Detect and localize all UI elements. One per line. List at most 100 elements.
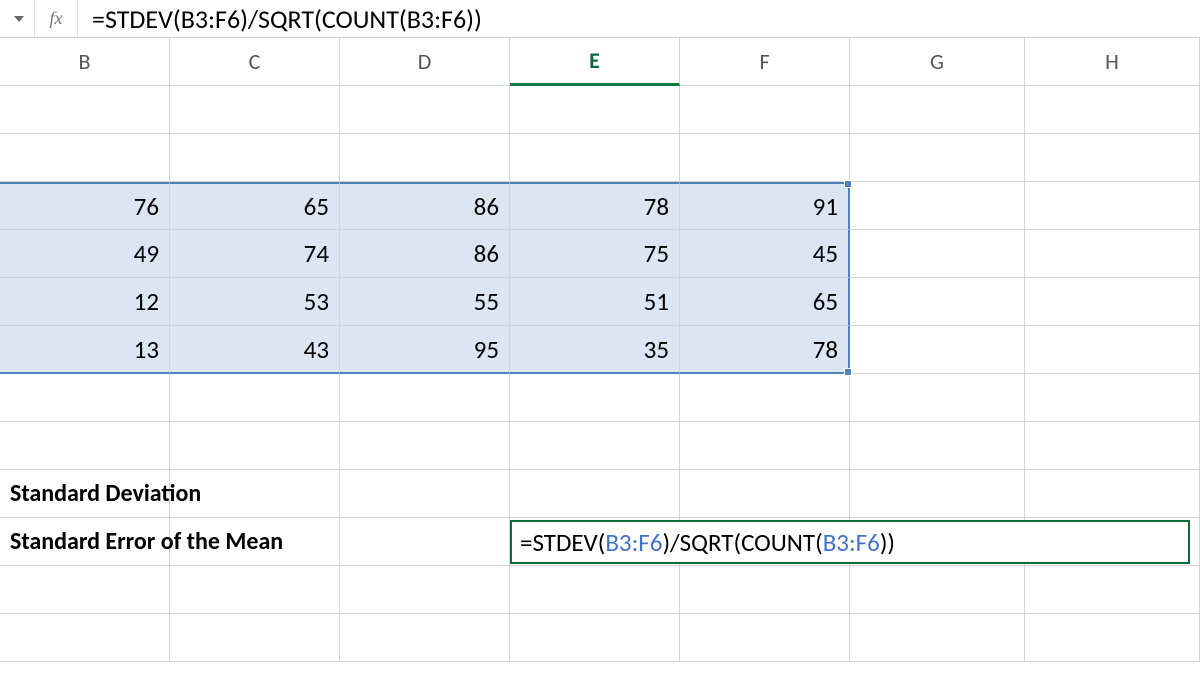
cell-H11[interactable]: [1025, 566, 1200, 614]
cell-H7[interactable]: [1025, 374, 1200, 422]
formula-bar: fx =STDEV(B3:F6)/SQRT(COUNT(B3:F6)): [0, 0, 1200, 38]
cell-F8[interactable]: [680, 422, 850, 470]
cell-D2[interactable]: [340, 134, 510, 182]
cell-B2[interactable]: [0, 134, 170, 182]
formula-text: )/SQRT(COUNT(: [662, 527, 822, 558]
cell-C2[interactable]: [170, 134, 340, 182]
cell-E4[interactable]: 75: [510, 230, 680, 278]
cell-D6[interactable]: 95: [340, 326, 510, 374]
cell-F1[interactable]: [680, 86, 850, 134]
cell-D1[interactable]: [340, 86, 510, 134]
selection-handle-icon[interactable]: [844, 180, 852, 188]
cell-F6[interactable]: 78: [680, 326, 850, 374]
formula-text: =STDEV(: [520, 527, 605, 558]
cell-G7[interactable]: [850, 374, 1025, 422]
cell-value: 91: [813, 191, 838, 222]
cell-G1[interactable]: [850, 86, 1025, 134]
cell-G11[interactable]: [850, 566, 1025, 614]
formula-bar-input[interactable]: =STDEV(B3:F6)/SQRT(COUNT(B3:F6)): [78, 3, 1196, 35]
cell-H9[interactable]: [1025, 470, 1200, 518]
cell-G3[interactable]: [850, 182, 1025, 230]
cell-F5[interactable]: 65: [680, 278, 850, 326]
cell-E10-editing[interactable]: =STDEV(B3:F6)/SQRT(COUNT(B3:F6)): [510, 518, 680, 566]
cell-C6[interactable]: 43: [170, 326, 340, 374]
cell-F11[interactable]: [680, 566, 850, 614]
cell-D4[interactable]: 86: [340, 230, 510, 278]
cell-H5[interactable]: [1025, 278, 1200, 326]
cell-H12[interactable]: [1025, 614, 1200, 662]
fx-button[interactable]: fx: [34, 0, 78, 37]
cell-E2[interactable]: [510, 134, 680, 182]
cell-E5[interactable]: 51: [510, 278, 680, 326]
cell-B1[interactable]: [0, 86, 170, 134]
cell-B6[interactable]: 13: [0, 326, 170, 374]
chevron-down-icon: [14, 16, 24, 22]
formula-ref: B3:F6: [823, 527, 880, 558]
col-header-B[interactable]: B: [0, 38, 170, 86]
cell-H8[interactable]: [1025, 422, 1200, 470]
cell-G2[interactable]: [850, 134, 1025, 182]
cell-G5[interactable]: [850, 278, 1025, 326]
cell-value: 78: [813, 334, 838, 365]
cell-H6[interactable]: [1025, 326, 1200, 374]
cell-E11[interactable]: [510, 566, 680, 614]
cell-D9[interactable]: [340, 470, 510, 518]
cell-F2[interactable]: [680, 134, 850, 182]
cell-F3[interactable]: 91: [680, 182, 850, 230]
spreadsheet-grid[interactable]: B C D E F G H 76 65 86 78 91 49 74 86 75…: [0, 38, 1200, 662]
cell-B12[interactable]: [0, 614, 170, 662]
cell-G4[interactable]: [850, 230, 1025, 278]
formula-edit-box[interactable]: =STDEV(B3:F6)/SQRT(COUNT(B3:F6)): [510, 520, 1190, 564]
cell-C5[interactable]: 53: [170, 278, 340, 326]
cell-E12[interactable]: [510, 614, 680, 662]
cell-C8[interactable]: [170, 422, 340, 470]
cell-F4[interactable]: 45: [680, 230, 850, 278]
cell-E3[interactable]: 78: [510, 182, 680, 230]
col-header-C[interactable]: C: [170, 38, 340, 86]
cell-G9[interactable]: [850, 470, 1025, 518]
cell-B9[interactable]: Standard Deviation: [0, 470, 170, 518]
name-box-dropdown[interactable]: [4, 16, 34, 22]
cell-D12[interactable]: [340, 614, 510, 662]
cell-B5[interactable]: 12: [0, 278, 170, 326]
cell-B3[interactable]: 76: [0, 182, 170, 230]
cell-C11[interactable]: [170, 566, 340, 614]
cell-B11[interactable]: [0, 566, 170, 614]
col-header-D[interactable]: D: [340, 38, 510, 86]
selection-handle-icon[interactable]: [844, 368, 852, 376]
col-header-F[interactable]: F: [680, 38, 850, 86]
cell-B4[interactable]: 49: [0, 230, 170, 278]
col-header-H[interactable]: H: [1025, 38, 1200, 86]
cell-F12[interactable]: [680, 614, 850, 662]
cell-E6[interactable]: 35: [510, 326, 680, 374]
cell-D8[interactable]: [340, 422, 510, 470]
cell-C4[interactable]: 74: [170, 230, 340, 278]
cell-E1[interactable]: [510, 86, 680, 134]
cell-F9[interactable]: [680, 470, 850, 518]
col-header-E[interactable]: E: [510, 38, 680, 86]
cell-H2[interactable]: [1025, 134, 1200, 182]
cell-H3[interactable]: [1025, 182, 1200, 230]
cell-B7[interactable]: [0, 374, 170, 422]
cell-E8[interactable]: [510, 422, 680, 470]
cell-D10[interactable]: [340, 518, 510, 566]
cell-E7[interactable]: [510, 374, 680, 422]
cell-F7[interactable]: [680, 374, 850, 422]
cell-G8[interactable]: [850, 422, 1025, 470]
cell-D11[interactable]: [340, 566, 510, 614]
cell-E9[interactable]: [510, 470, 680, 518]
cell-C12[interactable]: [170, 614, 340, 662]
cell-C1[interactable]: [170, 86, 340, 134]
cell-B8[interactable]: [0, 422, 170, 470]
cell-B10[interactable]: Standard Error of the Mean: [0, 518, 170, 566]
cell-D5[interactable]: 55: [340, 278, 510, 326]
cell-C3[interactable]: 65: [170, 182, 340, 230]
cell-G12[interactable]: [850, 614, 1025, 662]
cell-D3[interactable]: 86: [340, 182, 510, 230]
col-header-G[interactable]: G: [850, 38, 1025, 86]
cell-H1[interactable]: [1025, 86, 1200, 134]
cell-H4[interactable]: [1025, 230, 1200, 278]
cell-C7[interactable]: [170, 374, 340, 422]
cell-G6[interactable]: [850, 326, 1025, 374]
cell-D7[interactable]: [340, 374, 510, 422]
